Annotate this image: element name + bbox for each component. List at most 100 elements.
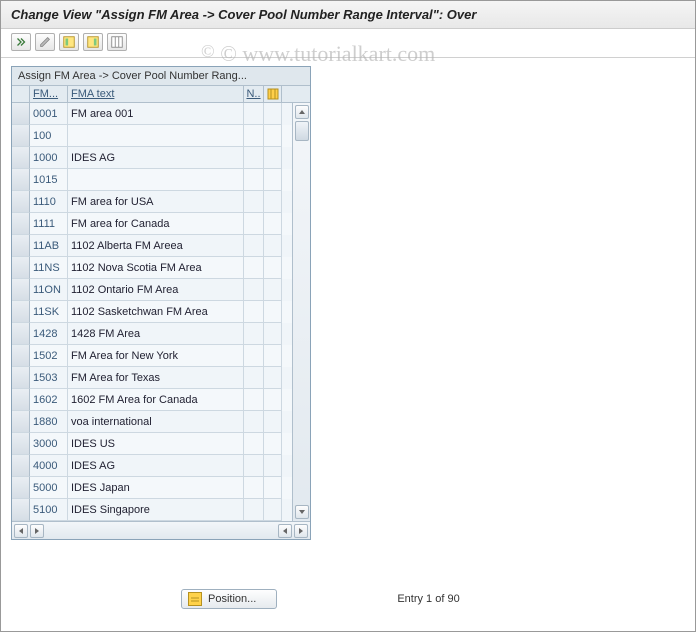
row-selector[interactable] [12,191,30,213]
scroll-right-end-button[interactable] [294,524,308,538]
n-cell[interactable] [244,147,264,169]
row-selector[interactable] [12,125,30,147]
row-selector[interactable] [12,411,30,433]
fm-area-cell[interactable]: 1000 [30,147,68,169]
n-cell[interactable] [244,389,264,411]
fma-text-cell[interactable]: IDES AG [68,147,244,169]
n-cell[interactable] [244,213,264,235]
fma-text-cell[interactable]: IDES Japan [68,477,244,499]
row-selector[interactable] [12,499,30,521]
fma-text-cell[interactable]: voa international [68,411,244,433]
expand-all-button[interactable] [11,33,31,51]
table-row[interactable]: 1015 [12,169,292,191]
row-selector[interactable] [12,301,30,323]
n-cell[interactable] [244,477,264,499]
table-row[interactable]: 14281428 FM Area [12,323,292,345]
table-row[interactable]: 11ON1102 Ontario FM Area [12,279,292,301]
table-row[interactable]: 4000IDES AG [12,455,292,477]
fm-area-cell[interactable]: 1110 [30,191,68,213]
row-selector[interactable] [12,147,30,169]
n-cell[interactable] [244,323,264,345]
n-cell[interactable] [244,499,264,521]
scroll-track[interactable] [295,141,309,505]
fm-area-cell[interactable]: 5100 [30,499,68,521]
row-selector[interactable] [12,477,30,499]
row-selector[interactable] [12,389,30,411]
table-row[interactable]: 11SK1102 Sasketchwan FM Area [12,301,292,323]
n-cell[interactable] [244,301,264,323]
row-selector[interactable] [12,235,30,257]
fm-area-cell[interactable]: 1111 [30,213,68,235]
table-row[interactable]: 1111FM area for Canada [12,213,292,235]
scroll-up-button[interactable] [295,105,309,119]
table-row[interactable]: 5000IDES Japan [12,477,292,499]
row-selector[interactable] [12,169,30,191]
table-row[interactable]: 11NS1102 Nova Scotia FM Area [12,257,292,279]
n-cell[interactable] [244,191,264,213]
horizontal-scrollbar[interactable] [12,521,310,539]
n-cell[interactable] [244,169,264,191]
fma-text-cell[interactable]: FM area 001 [68,103,244,125]
fma-text-cell[interactable]: 1102 Ontario FM Area [68,279,244,301]
n-cell[interactable] [244,257,264,279]
fm-area-cell[interactable]: 0001 [30,103,68,125]
row-selector[interactable] [12,367,30,389]
header-fm[interactable]: FM... [30,86,68,102]
n-cell[interactable] [244,411,264,433]
fma-text-cell[interactable]: IDES Singapore [68,499,244,521]
table-row[interactable]: 1000IDES AG [12,147,292,169]
fma-text-cell[interactable] [68,169,244,191]
scroll-left-button[interactable] [14,524,28,538]
row-selector[interactable] [12,103,30,125]
fm-area-cell[interactable]: 1602 [30,389,68,411]
table-row[interactable]: 1880voa international [12,411,292,433]
scroll-thumb[interactable] [295,121,309,141]
position-button[interactable]: Position... [181,589,277,609]
fma-text-cell[interactable]: 1102 Alberta FM Areea [68,235,244,257]
fma-text-cell[interactable]: FM area for Canada [68,213,244,235]
table-row[interactable]: 11AB1102 Alberta FM Areea [12,235,292,257]
fma-text-cell[interactable]: IDES AG [68,455,244,477]
table-row[interactable]: 1110FM area for USA [12,191,292,213]
table-row[interactable]: 3000IDES US [12,433,292,455]
row-selector[interactable] [12,257,30,279]
fma-text-cell[interactable]: FM Area for New York [68,345,244,367]
n-cell[interactable] [244,367,264,389]
fma-text-cell[interactable]: FM area for USA [68,191,244,213]
fm-area-cell[interactable]: 1502 [30,345,68,367]
table-row[interactable]: 1502FM Area for New York [12,345,292,367]
fma-text-cell[interactable]: IDES US [68,433,244,455]
row-selector[interactable] [12,455,30,477]
row-selector[interactable] [12,433,30,455]
fm-area-cell[interactable]: 1015 [30,169,68,191]
table-row[interactable]: 100 [12,125,292,147]
column-config-button[interactable] [107,33,127,51]
header-n[interactable]: N.. [244,86,264,102]
fm-area-cell[interactable]: 11SK [30,301,68,323]
fma-text-cell[interactable]: 1102 Nova Scotia FM Area [68,257,244,279]
scroll-right-button[interactable] [30,524,44,538]
fma-text-cell[interactable]: FM Area for Texas [68,367,244,389]
n-cell[interactable] [244,235,264,257]
fma-text-cell[interactable]: 1428 FM Area [68,323,244,345]
n-cell[interactable] [244,433,264,455]
vertical-scrollbar[interactable] [292,103,310,521]
n-cell[interactable] [244,125,264,147]
deselect-all-button[interactable] [83,33,103,51]
n-cell[interactable] [244,345,264,367]
fm-area-cell[interactable]: 11ON [30,279,68,301]
table-row[interactable]: 16021602 FM Area for Canada [12,389,292,411]
fm-area-cell[interactable]: 3000 [30,433,68,455]
fma-text-cell[interactable]: 1102 Sasketchwan FM Area [68,301,244,323]
row-selector[interactable] [12,213,30,235]
fm-area-cell[interactable]: 1503 [30,367,68,389]
hscroll-track[interactable] [46,524,276,538]
scroll-down-button[interactable] [295,505,309,519]
row-selector[interactable] [12,345,30,367]
row-selector[interactable] [12,323,30,345]
column-settings-icon[interactable] [264,86,282,102]
fm-area-cell[interactable]: 11NS [30,257,68,279]
table-row[interactable]: 1503FM Area for Texas [12,367,292,389]
table-row[interactable]: 0001FM area 001 [12,103,292,125]
header-fma-text[interactable]: FMA text [68,86,244,102]
